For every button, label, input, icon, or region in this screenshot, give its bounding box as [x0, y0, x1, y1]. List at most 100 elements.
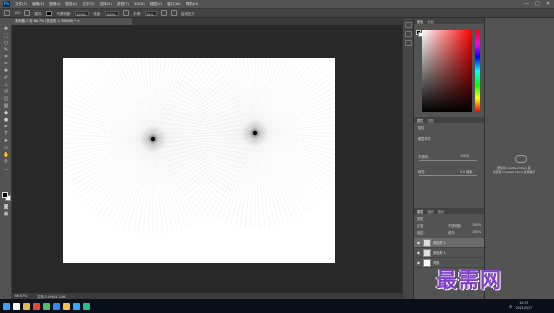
tab-channels[interactable]: 通道: [427, 209, 433, 214]
starburst-ray: [207, 132, 256, 216]
eye-icon[interactable]: ◉: [416, 240, 421, 245]
actions-panel-icon[interactable]: [405, 31, 412, 37]
maximize-button[interactable]: □: [535, 1, 540, 7]
menu-file[interactable]: 文件(F): [15, 2, 27, 7]
pressure-icon[interactable]: [171, 10, 178, 16]
browser-icon[interactable]: [33, 302, 40, 310]
properties-opacity-value[interactable]: 100%: [460, 154, 469, 158]
history-brush-tool-icon[interactable]: ↺: [3, 90, 9, 95]
photoshop-taskbar-icon[interactable]: [73, 302, 80, 310]
zoom-tool-icon[interactable]: ⚲: [3, 160, 9, 165]
menu-layer[interactable]: 图层(L): [65, 2, 77, 7]
more-tools-icon[interactable]: …: [3, 167, 9, 172]
eye-icon[interactable]: ◉: [416, 260, 421, 265]
app-icon[interactable]: [53, 302, 60, 310]
path-select-tool-icon[interactable]: ➤: [3, 139, 9, 144]
starburst-ray: [133, 138, 154, 232]
quick-select-tool-icon[interactable]: ✎: [3, 48, 9, 53]
tab-adjustments[interactable]: 调整: [427, 118, 433, 123]
menu-edit[interactable]: 编辑(E): [32, 2, 44, 7]
eyedropper-tool-icon[interactable]: ✑: [3, 62, 9, 67]
brush-size-value[interactable]: 100: [14, 11, 20, 15]
dodge-tool-icon[interactable]: ●: [3, 118, 9, 123]
smoothing-field[interactable]: 10%: [145, 10, 158, 17]
tab-properties[interactable]: 属性: [417, 118, 423, 123]
eraser-tool-icon[interactable]: ◫: [3, 97, 9, 102]
layers-opacity-value[interactable]: 100%: [472, 223, 481, 227]
layer-row[interactable]: ◉ 多边形 1: [414, 248, 485, 258]
hue-slider[interactable]: [475, 30, 480, 112]
foreground-color-swatch[interactable]: [2, 192, 8, 198]
app-icon[interactable]: [83, 302, 90, 310]
airbrush-icon[interactable]: [123, 10, 130, 16]
stamp-tool-icon[interactable]: ⊥: [3, 83, 9, 88]
screen-mode-icon[interactable]: ▣: [3, 212, 9, 217]
document-tab[interactable]: 未标题-1 @ 66.7% (多边形 1, RGB/8) * ×: [12, 18, 132, 25]
menu-view[interactable]: 视图(V): [150, 2, 162, 7]
type-tool-icon[interactable]: T: [3, 132, 9, 137]
brush-preset-icon[interactable]: [4, 10, 10, 16]
menu-window[interactable]: 窗口(W): [167, 2, 181, 7]
zoom-level[interactable]: 66.67%: [15, 294, 27, 298]
tab-layers[interactable]: 图层: [417, 209, 423, 214]
menu-help[interactable]: 帮助(H): [186, 2, 199, 7]
layer-name: 多边形 2: [433, 241, 446, 245]
mode-swatch[interactable]: [46, 10, 53, 16]
flow-field[interactable]: 100%: [105, 10, 120, 17]
tab-paths[interactable]: 路径: [438, 209, 444, 214]
pressure-label[interactable]: 启用压力: [181, 11, 195, 16]
layer-kind-filter[interactable]: 类型: [417, 216, 423, 221]
blend-mode-select[interactable]: 正常: [417, 223, 423, 228]
lasso-tool-icon[interactable]: ○: [3, 41, 9, 46]
minimize-button[interactable]: —: [524, 1, 529, 7]
opacity-field[interactable]: 100%: [75, 10, 90, 17]
properties-opacity-slider[interactable]: [419, 160, 477, 161]
eye-icon[interactable]: ◉: [416, 250, 421, 255]
color-picker-field[interactable]: [422, 30, 472, 112]
menu-filter[interactable]: 滤镜(T): [117, 2, 129, 7]
search-icon[interactable]: [13, 302, 20, 310]
history-panel-icon[interactable]: [405, 22, 412, 28]
layer-row[interactable]: ◉ 多边形 2: [414, 238, 485, 248]
marquee-tool-icon[interactable]: ⬚: [3, 34, 9, 39]
file-explorer-icon[interactable]: [23, 302, 30, 310]
layer-style-section[interactable]: 图层样式: [418, 136, 431, 141]
hand-tool-icon[interactable]: ✋: [3, 153, 9, 158]
properties-fill-value[interactable]: 0.0 像素: [460, 169, 472, 174]
input-method-indicator[interactable]: 中: [509, 304, 512, 309]
quick-mask-icon[interactable]: ◙: [3, 205, 9, 210]
tab-swatches[interactable]: 色板: [427, 19, 433, 24]
windows-start-icon[interactable]: [3, 302, 10, 310]
starburst-ray: [211, 132, 256, 218]
move-tool-icon[interactable]: ✥: [3, 27, 9, 32]
layer-thumbnail: [423, 248, 431, 257]
gradient-tool-icon[interactable]: ▥: [3, 104, 9, 109]
blur-tool-icon[interactable]: ◆: [3, 111, 9, 116]
brush-tool-icon[interactable]: ✐: [3, 76, 9, 81]
menu-select[interactable]: 选择(S): [100, 2, 112, 7]
menu-type[interactable]: 文字(Y): [82, 2, 94, 7]
shape-tool-icon[interactable]: ▭: [3, 146, 9, 151]
app-icon[interactable]: [43, 302, 50, 310]
lock-label: 锁定:: [417, 231, 425, 235]
taskbar-clock[interactable]: 10:37 2021/5/17: [516, 301, 532, 310]
brush-settings-panel-icon[interactable]: [405, 40, 412, 46]
properties-fill-slider[interactable]: [419, 175, 477, 176]
tab-color[interactable]: 颜色: [417, 19, 423, 24]
close-icon[interactable]: ×: [77, 19, 80, 23]
crop-tool-icon[interactable]: ⌗: [3, 55, 9, 60]
pen-tool-icon[interactable]: ✒: [3, 125, 9, 130]
brush-panel-icon[interactable]: [24, 10, 31, 16]
properties-opacity-label: 不透明:: [418, 155, 429, 159]
close-window-button[interactable]: ✕: [546, 1, 550, 7]
document-info[interactable]: 文档:3.44M/4.10M: [37, 294, 65, 299]
document-canvas[interactable]: [63, 58, 335, 263]
app-icon[interactable]: [63, 302, 70, 310]
gear-icon[interactable]: [161, 10, 168, 16]
layers-fill-value[interactable]: 100%: [472, 230, 481, 234]
menu-3d[interactable]: 3D(D): [134, 2, 145, 6]
properties-title: 属性: [418, 126, 425, 130]
starburst-ray: [123, 138, 154, 230]
healing-tool-icon[interactable]: ✚: [3, 69, 9, 74]
menu-image[interactable]: 图像(I): [49, 2, 60, 7]
